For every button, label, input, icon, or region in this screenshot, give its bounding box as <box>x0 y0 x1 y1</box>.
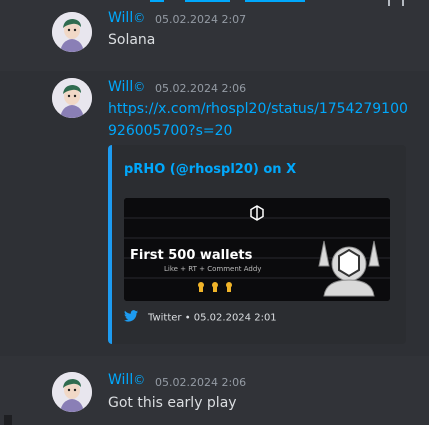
avatar[interactable] <box>52 372 92 412</box>
message-text: Got this early play <box>108 395 237 411</box>
embed-banner: First 500 wallets Like + RT + Comment Ad… <box>124 198 390 301</box>
avatar[interactable] <box>52 12 92 52</box>
link-fragment <box>150 0 164 2</box>
chat-view: { "messages": [ {"author": "Will", "badg… <box>0 0 429 425</box>
link-fragment <box>245 0 305 2</box>
twitter-icon <box>124 310 138 325</box>
author-label: Will <box>108 10 134 26</box>
message-item[interactable]: Will© 05.02.2024 2:06 Got this early pla… <box>0 364 429 425</box>
embed-image[interactable]: First 500 wallets Like + RT + Comment Ad… <box>124 198 390 301</box>
embed-title[interactable]: pRHO (@rhospl20) on X <box>124 162 296 177</box>
badge-icon: © <box>133 80 146 94</box>
avatar-image <box>52 372 92 412</box>
scrollbar-handle[interactable] <box>4 415 12 425</box>
embed-footer-text: Twitter • 05.02.2024 2:01 <box>148 312 277 324</box>
author-label: Will <box>108 79 134 95</box>
badge-icon: © <box>133 373 146 387</box>
link-embed: pRHO (@rhospl20) on X First 500 wallets … <box>108 145 406 344</box>
banner-subline: Like + RT + Comment Addy <box>164 265 261 273</box>
author-name[interactable]: Will© <box>108 79 145 95</box>
avatar[interactable] <box>52 78 92 118</box>
avatar-image <box>52 12 92 52</box>
avatar-image <box>52 78 92 118</box>
embed-footer: Twitter • 05.02.2024 2:01 <box>124 310 277 325</box>
link-fragment <box>185 0 230 2</box>
message-item[interactable]: Will© 05.02.2024 2:07 Solana <box>0 6 429 62</box>
message-item[interactable]: Will© 05.02.2024 2:06 https://x.com/rhos… <box>0 71 429 356</box>
badge-icon: © <box>133 11 146 25</box>
author-name[interactable]: Will© <box>108 372 145 388</box>
timestamp: 05.02.2024 2:07 <box>155 13 247 26</box>
timestamp: 05.02.2024 2:06 <box>155 82 247 95</box>
message-link[interactable]: https://x.com/rhospl20/status/1754279100… <box>108 98 408 142</box>
message-text: Solana <box>108 32 156 48</box>
banner-headline: First 500 wallets <box>130 248 253 263</box>
author-label: Will <box>108 372 134 388</box>
timestamp: 05.02.2024 2:06 <box>155 376 247 389</box>
author-name[interactable]: Will© <box>108 10 145 26</box>
